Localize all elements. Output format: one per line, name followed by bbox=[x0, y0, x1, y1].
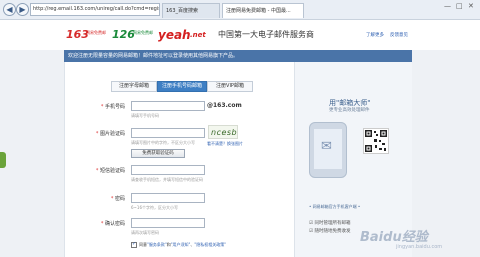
side-handle[interactable] bbox=[0, 152, 6, 168]
confirm-password-input[interactable] bbox=[131, 218, 205, 228]
privacy-link[interactable]: "隐私权相关政策" bbox=[194, 242, 226, 247]
domain-suffix: @163.com bbox=[207, 102, 242, 109]
watermark: Baidu经验 bbox=[360, 230, 428, 245]
maximize-icon[interactable]: □ bbox=[456, 2, 463, 10]
confirm-password-label: * 确认密码 bbox=[100, 221, 125, 227]
logo-163-sub: 网易免费邮 bbox=[86, 30, 106, 35]
phone-illustration: ✉ bbox=[309, 122, 347, 178]
user-notice-link[interactable]: "用户须知" bbox=[171, 242, 191, 247]
help-link[interactable]: 了解更多 bbox=[366, 32, 384, 38]
envelope-icon: ✉ bbox=[321, 139, 332, 154]
captcha-input[interactable] bbox=[131, 128, 205, 138]
confirm-password-hint: 请再次填写密码 bbox=[131, 230, 159, 235]
password-input[interactable] bbox=[131, 193, 205, 203]
captcha-label: * 图片验证码 bbox=[95, 131, 125, 137]
captcha-text: ncesb bbox=[211, 128, 238, 137]
browser-toolbar: ◀ ▶ http://reg.email.163.com/unireg/call… bbox=[0, 0, 480, 20]
phone-hint: 请填写手机号码 bbox=[131, 113, 159, 118]
password-label: * 密码 bbox=[110, 196, 125, 202]
agree-text: 同意"服务条款"和"用户须知"、"隐私权相关政策" bbox=[139, 242, 227, 247]
forward-icon[interactable]: ▶ bbox=[16, 3, 29, 16]
tab-mobile-email[interactable]: 注册手机号码邮箱 bbox=[157, 81, 207, 92]
tab-letter-email[interactable]: 注册字母邮箱 bbox=[111, 81, 157, 92]
client-caption: • 网易邮箱官方手机客户端 • bbox=[309, 204, 361, 209]
phone-label: * 手机号码 bbox=[100, 104, 125, 110]
terms-link[interactable]: "服务条款" bbox=[147, 242, 167, 247]
address-bar[interactable]: http://reg.email.163.com/unireg/call.do?… bbox=[30, 3, 160, 16]
feature-1: ☑ 同时管理所有邮箱 bbox=[309, 221, 351, 226]
site-slogan: 中国第一大电子邮件服务商 bbox=[218, 30, 314, 39]
site-header: 163 网易免费邮 126 网易免费邮 yeah .net 中国第一大电子邮件服… bbox=[0, 20, 480, 50]
feedback-link[interactable]: 反馈意见 bbox=[390, 32, 408, 38]
welcome-notice: 欢迎注册无限量容量的网易邮箱！邮件地址可以登录使用其他网易旗下产品。 bbox=[64, 50, 412, 62]
sms-hint: 请查收手机短信，并填写短信中的验证码 bbox=[131, 177, 203, 182]
register-form: 注册字母邮箱 注册手机号码邮箱 注册VIP邮箱 * 手机号码 @163.com … bbox=[64, 62, 294, 257]
logo-126[interactable]: 126 bbox=[112, 28, 135, 41]
page-body: 163 网易免费邮 126 网易免费邮 yeah .net 中国第一大电子邮件服… bbox=[0, 20, 480, 257]
back-icon[interactable]: ◀ bbox=[3, 3, 16, 16]
phone-input[interactable] bbox=[131, 101, 205, 111]
sms-label: * 短信验证码 bbox=[95, 168, 125, 174]
logo-126-sub: 网易免费邮 bbox=[133, 30, 153, 35]
agree-checkbox[interactable]: ✓ bbox=[131, 241, 137, 248]
logo-yeah[interactable]: yeah bbox=[158, 28, 191, 42]
tab-vip-email[interactable]: 注册VIP邮箱 bbox=[207, 81, 253, 92]
captcha-refresh-link[interactable]: 看不清楚？换张图片 bbox=[207, 141, 243, 147]
tab-baidu[interactable]: 163_百度搜索 bbox=[162, 3, 220, 18]
captcha-image[interactable]: ncesb bbox=[208, 125, 238, 139]
captcha-hint: 请填写图片中的字符，不区分大小写 bbox=[131, 140, 195, 145]
promo-subtitle: 更专业高效处理邮件 bbox=[329, 108, 370, 113]
close-icon[interactable]: ✕ bbox=[468, 2, 474, 10]
logo-yeah-suffix: .net bbox=[190, 31, 206, 39]
feature-2: ☑ 随时随地免费收发 bbox=[309, 229, 351, 234]
password-hint: 6~16个字符，区分大小写 bbox=[131, 205, 178, 210]
sms-code-input[interactable] bbox=[131, 165, 205, 175]
get-sms-code-button[interactable]: 免费获取验证码 bbox=[131, 149, 185, 158]
qr-code bbox=[363, 128, 389, 154]
tab-register[interactable]: 注册网易免费邮箱 - 中国最... bbox=[222, 3, 304, 18]
minimize-icon[interactable]: — bbox=[444, 2, 451, 10]
watermark-sub: jingyan.baidu.com bbox=[396, 244, 443, 250]
